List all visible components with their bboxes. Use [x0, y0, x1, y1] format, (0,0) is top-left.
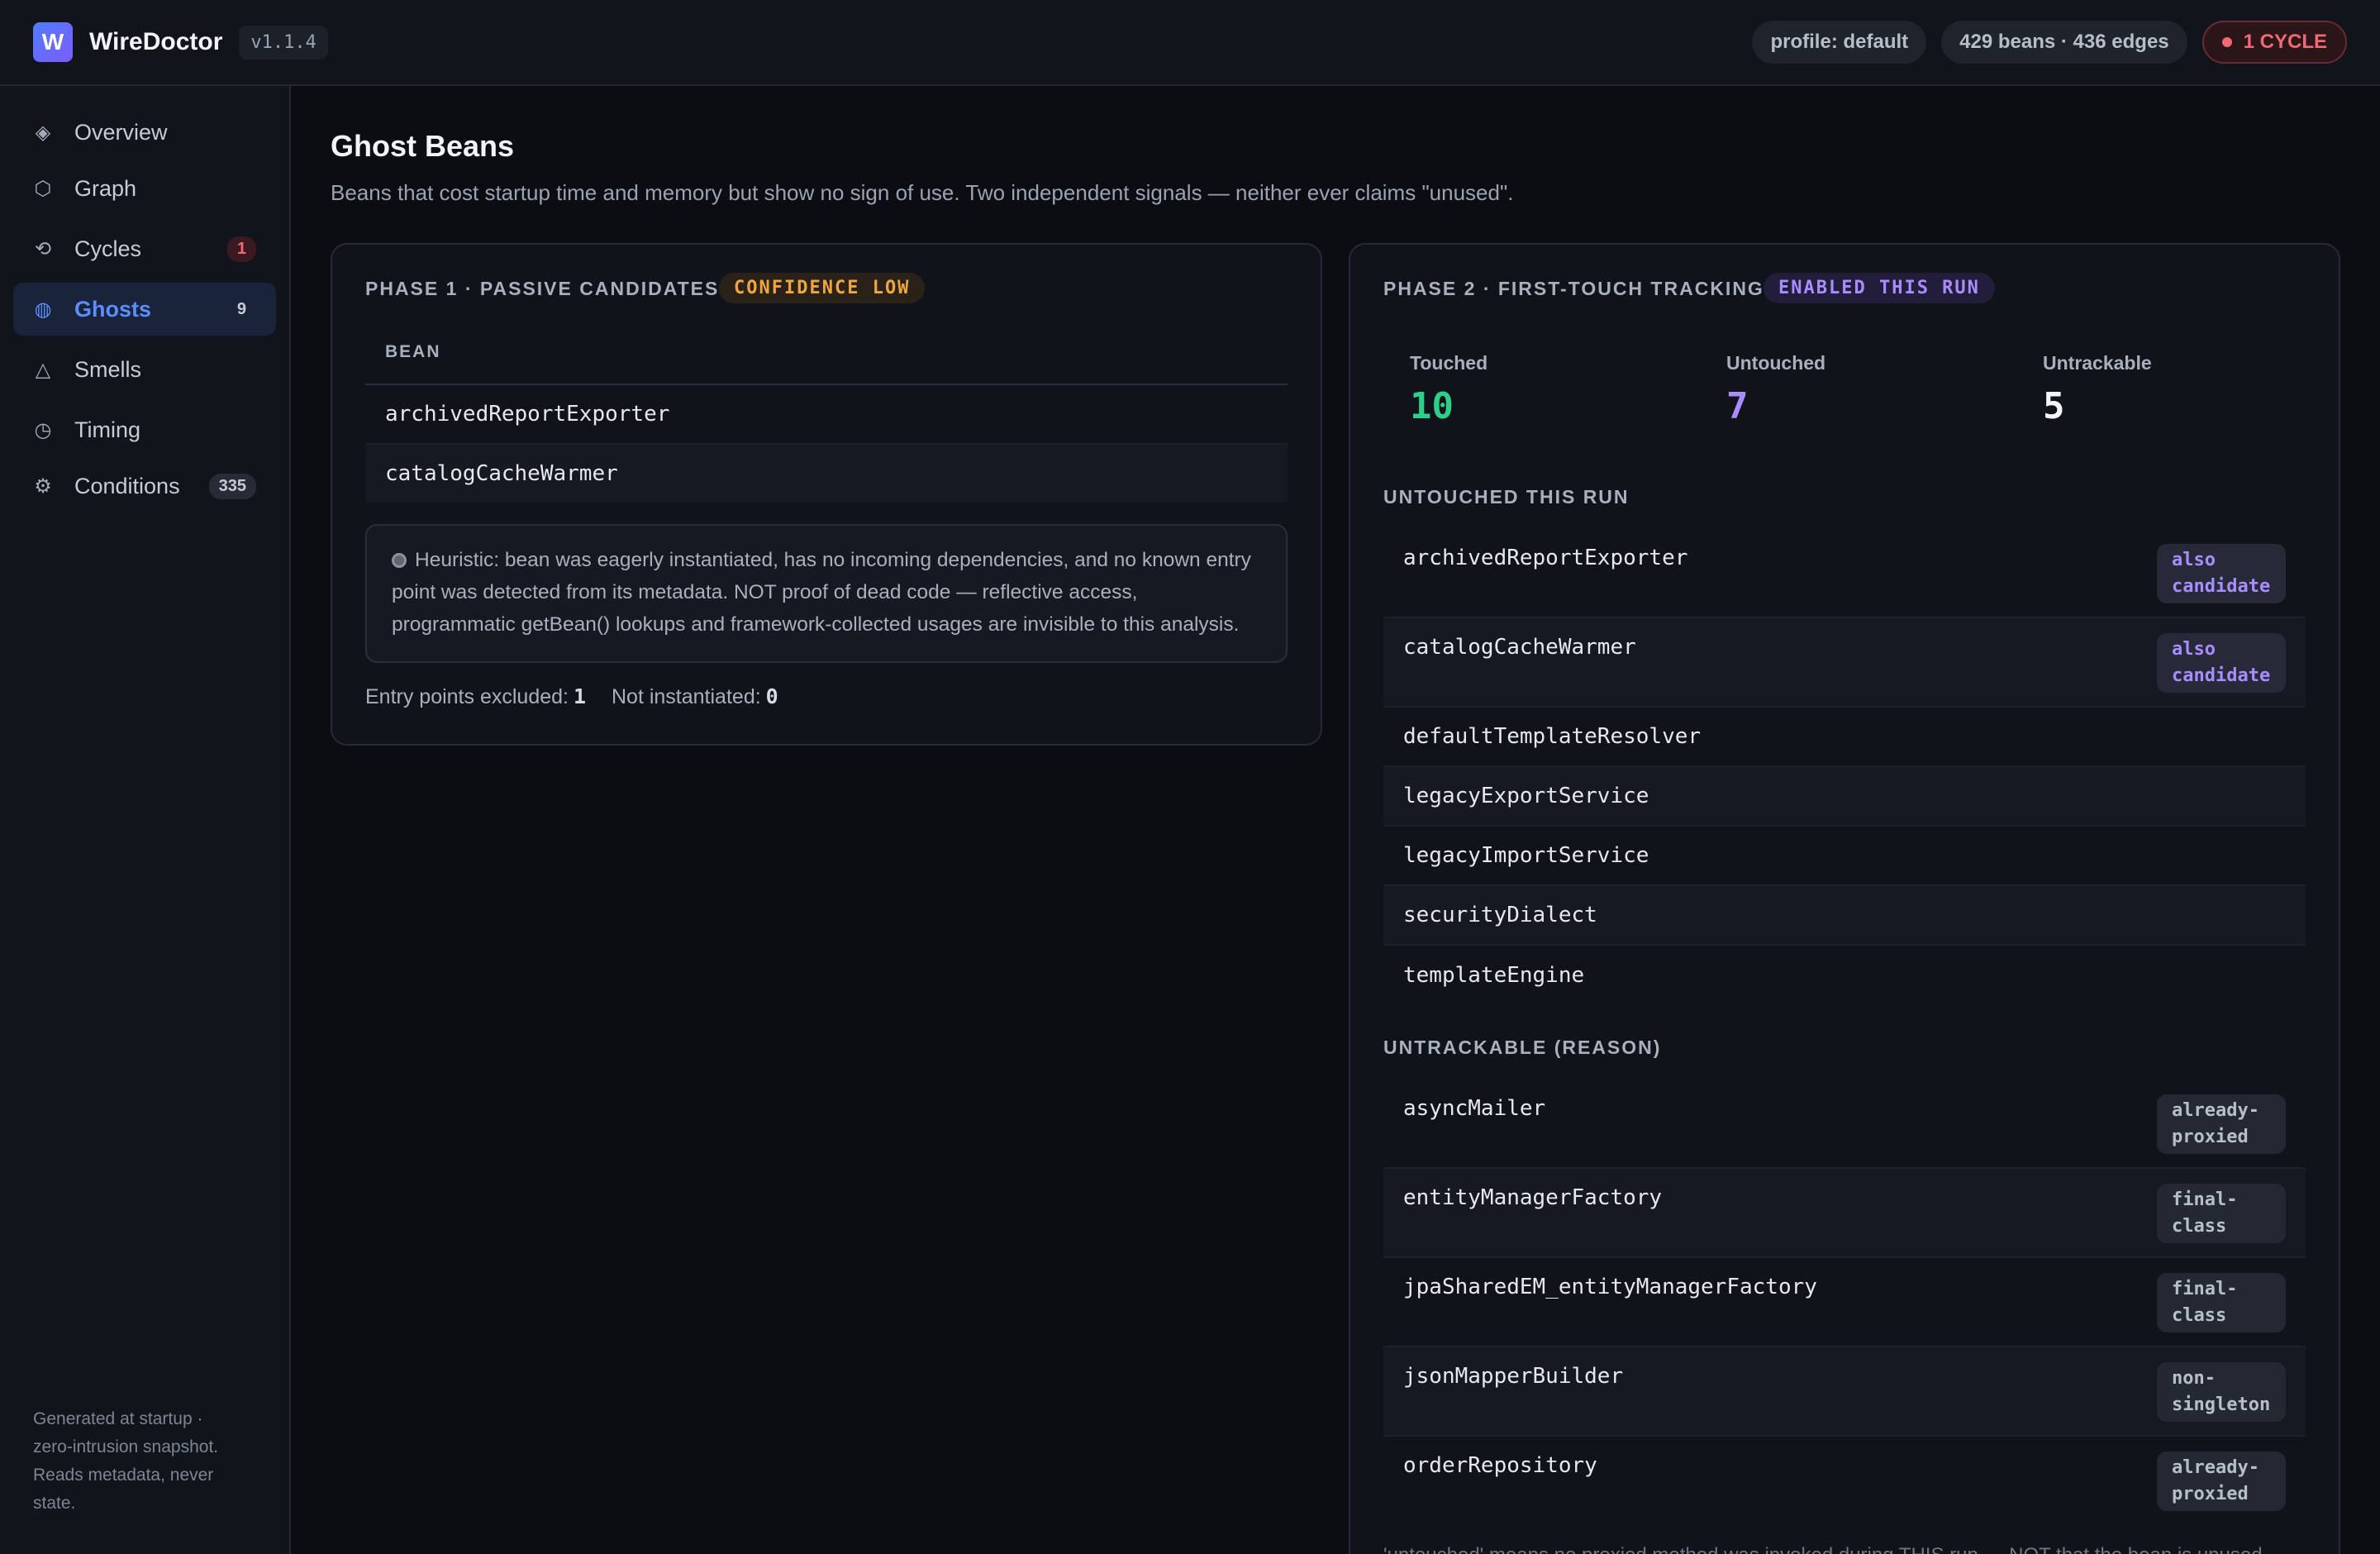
- list-item[interactable]: orderRepository already-proxied: [1383, 1437, 2306, 1526]
- version-badge: v1.1.4: [239, 25, 328, 60]
- bean-name: legacyExportService: [1403, 784, 1649, 808]
- bean-name: catalogCacheWarmer: [1403, 635, 1636, 660]
- cycle-alert-pill[interactable]: 1 CYCLE: [2202, 21, 2347, 64]
- list-item[interactable]: legacyExportService: [1383, 767, 2306, 827]
- phase1-title: PHASE 1 · PASSIVE CANDIDATES: [365, 278, 720, 299]
- bean-name: legacyImportService: [1403, 843, 1649, 868]
- reason-tag: already-proxied: [2157, 1452, 2286, 1511]
- bean-name: securityDialect: [1403, 903, 1597, 927]
- sidebar-item-conditions[interactable]: ⚙ Conditions 335: [13, 460, 276, 512]
- reason-tag: final-class: [2157, 1273, 2286, 1332]
- list-item[interactable]: jsonMapperBuilder non-singleton: [1383, 1347, 2306, 1437]
- not-instantiated-value: 0: [765, 684, 778, 708]
- sidebar-item-label: Overview: [74, 119, 168, 145]
- entry-points-value: 1: [573, 684, 587, 708]
- bean-name: archivedReportExporter: [1403, 546, 1688, 570]
- bean-name: defaultTemplateResolver: [1403, 724, 1702, 749]
- conditions-count-badge: 335: [208, 473, 256, 499]
- sidebar-footer-note: Generated at startup · zero-intrusion sn…: [33, 1409, 219, 1513]
- phase2-title: PHASE 2 · FIRST-TOUCH TRACKING: [1383, 278, 1764, 299]
- reason-tag: non-singleton: [2157, 1362, 2286, 1422]
- reason-tag: already-proxied: [2157, 1094, 2286, 1154]
- top-bar: W WireDoctor v1.1.4 profile: default 429…: [0, 0, 2380, 86]
- page-subtitle: Beans that cost startup time and memory …: [331, 180, 1514, 205]
- alert-dot-icon: [2221, 37, 2232, 47]
- clock-icon: ◷: [34, 418, 52, 441]
- sidebar-item-smells[interactable]: △ Smells: [13, 343, 276, 396]
- also-candidate-tag: also candidate: [2157, 633, 2286, 693]
- table-row[interactable]: catalogCacheWarmer: [365, 445, 1288, 503]
- sidebar-item-overview[interactable]: ◈ Overview: [13, 106, 276, 159]
- bean-name: archivedReportExporter: [385, 402, 670, 427]
- untouched-label: Untouched: [1726, 352, 1826, 374]
- untrackable-value: 5: [2043, 385, 2065, 427]
- app-name: WireDoctor: [89, 28, 223, 55]
- bean-name: jsonMapperBuilder: [1403, 1364, 1624, 1389]
- heuristic-note-text: Heuristic: bean was eagerly instantiated…: [392, 549, 1251, 636]
- also-candidate-tag: also candidate: [2157, 544, 2286, 603]
- list-item[interactable]: catalogCacheWarmer also candidate: [1383, 618, 2306, 708]
- sidebar-item-graph[interactable]: ⬡ Graph: [13, 162, 276, 215]
- list-item[interactable]: entityManagerFactory final-class: [1383, 1169, 2306, 1258]
- info-dot-icon: [392, 553, 407, 568]
- sidebar-item-cycles[interactable]: ⟲ Cycles 1: [13, 222, 276, 275]
- sidebar-item-label: Smells: [74, 356, 142, 382]
- page-title: Ghost Beans: [331, 129, 515, 163]
- list-item[interactable]: archivedReportExporter also candidate: [1383, 529, 2306, 618]
- tracking-badge: ENABLED THIS RUN: [1764, 273, 1995, 303]
- confidence-badge: CONFIDENCE LOW: [719, 273, 926, 303]
- table-row[interactable]: archivedReportExporter: [365, 385, 1288, 445]
- list-item[interactable]: asyncMailer already-proxied: [1383, 1080, 2306, 1169]
- sidebar-item-timing[interactable]: ◷ Timing: [13, 403, 276, 456]
- touched-value: 10: [1410, 385, 1454, 427]
- list-item[interactable]: templateEngine: [1383, 946, 2306, 1005]
- bean-name: orderRepository: [1403, 1453, 1597, 1478]
- profile-pill[interactable]: profile: default: [1752, 21, 1927, 64]
- list-item[interactable]: jpaSharedEM_entityManagerFactory final-c…: [1383, 1258, 2306, 1347]
- untrackable-section-title: UNTRACKABLE (REASON): [1383, 1037, 1662, 1058]
- app-logo[interactable]: W: [33, 22, 73, 62]
- sidebar-item-ghosts[interactable]: ◍ Ghosts 9: [13, 283, 276, 336]
- triangle-icon: △: [35, 358, 51, 381]
- reason-tag: final-class: [2157, 1184, 2286, 1243]
- bean-count-pill: 429 beans · 436 edges: [1941, 21, 2187, 64]
- list-item[interactable]: legacyImportService: [1383, 827, 2306, 886]
- bean-name: catalogCacheWarmer: [385, 461, 618, 486]
- diamond-icon: ◈: [35, 121, 51, 144]
- bean-name: asyncMailer: [1403, 1096, 1546, 1121]
- not-instantiated-label: Not instantiated:: [612, 685, 761, 708]
- cycle-alert-label: 1 CYCLE: [2243, 31, 2327, 53]
- phase1-stats: Entry points excluded: 1 Not instantiated…: [365, 684, 798, 709]
- entry-points-label: Entry points excluded:: [365, 685, 569, 708]
- bean-name: templateEngine: [1403, 963, 1585, 988]
- sidebar-item-label: Graph: [74, 175, 137, 201]
- bean-column-header[interactable]: BEAN: [385, 342, 441, 362]
- sidebar-item-label: Cycles: [74, 236, 142, 261]
- bean-name: entityManagerFactory: [1403, 1185, 1663, 1210]
- sidebar-item-label: Timing: [74, 417, 141, 442]
- untrackable-label: Untrackable: [2043, 352, 2152, 374]
- heuristic-note: Heuristic: bean was eagerly instantiated…: [365, 524, 1288, 663]
- untouched-section-title: UNTOUCHED THIS RUN: [1383, 486, 1630, 508]
- sidebar: ◈ Overview ⬡ Graph ⟲ Cycles 1 ◍ Ghosts 9…: [0, 86, 291, 1554]
- list-item[interactable]: defaultTemplateResolver: [1383, 708, 2306, 767]
- gear-icon: ⚙: [34, 474, 52, 498]
- touched-label: Touched: [1410, 352, 1488, 374]
- cycle-icon: ⟲: [34, 237, 52, 260]
- list-item[interactable]: securityDialect: [1383, 886, 2306, 946]
- hexagon-icon: ⬡: [34, 177, 52, 200]
- untouched-footnote: 'untouched' means no proxied method was …: [1383, 1544, 2268, 1554]
- ghosts-count-badge: 9: [236, 299, 246, 318]
- cycles-count-badge: 1: [226, 236, 256, 262]
- sidebar-item-label: Conditions: [74, 473, 180, 498]
- untouched-value: 7: [1726, 385, 1749, 427]
- ghost-icon: ◍: [34, 298, 52, 321]
- sidebar-item-label: Ghosts: [74, 296, 152, 322]
- bean-name: jpaSharedEM_entityManagerFactory: [1403, 1275, 1817, 1299]
